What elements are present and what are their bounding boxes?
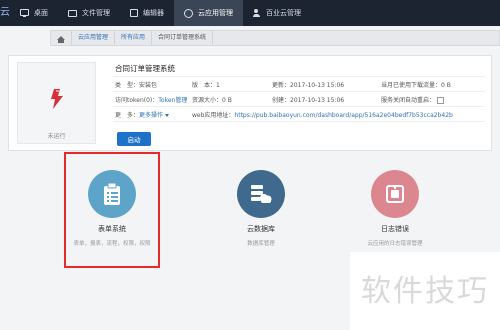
module-cloud-database[interactable]: 云数据库 数据库管理 (206, 170, 316, 247)
app-download-traffic: 当月已使用下载流量：0 B (381, 82, 451, 89)
nav-item-label: 云应用管理 (198, 9, 233, 17)
top-navigation-bar: 云 桌面 文件管理 编辑器 云应用管理 百业云管理 (0, 0, 500, 26)
watermark-area: 软件技巧 (350, 252, 500, 330)
app-updated: 更新：2017-10-13 15:06 (272, 82, 345, 89)
app-status: 未运行 (47, 133, 66, 140)
app-token: 访问token(0)：Token管理 (115, 97, 188, 104)
divider (113, 76, 485, 77)
watermark-text: 软件技巧 (361, 274, 489, 309)
breadcrumb-item-current: 合同订单管理系统 (152, 31, 214, 45)
app-version: 版 本：1 (192, 82, 220, 89)
auto-restart-option: 服务关闭自动重启： (381, 95, 445, 104)
app-tile: 未运行 (17, 62, 96, 144)
nav-item-file-manager[interactable]: 文件管理 (58, 0, 120, 26)
app-more: 更 多：更多操作 (115, 110, 170, 119)
nav-item-baiye-cloud-manager[interactable]: 百业云管理 (243, 0, 311, 26)
module-log-errors[interactable]: 日志错误 云应用的日志错误管理 (340, 170, 450, 247)
launch-button[interactable]: 启动 (117, 132, 151, 146)
auto-restart-checkbox[interactable] (437, 97, 445, 104)
folder-icon (68, 9, 77, 17)
app-type: 类 型：安装包 (115, 82, 158, 89)
brand-fragment: 云 (0, 7, 10, 18)
nav-item-label: 文件管理 (82, 9, 110, 17)
module-description: 数据库管理 (247, 241, 275, 247)
nav-item-desktop[interactable]: 桌面 (10, 0, 58, 26)
app-logo-icon (51, 89, 63, 109)
cloud-database-icon (251, 185, 272, 203)
divider (113, 106, 485, 107)
breadcrumb: 云应用管理 所有应用 合同订单管理系统 (50, 30, 500, 46)
nav-item-label: 百业云管理 (266, 9, 301, 17)
nav-item-cloud-app-manager[interactable]: 云应用管理 (174, 0, 243, 26)
edit-icon (130, 9, 138, 17)
nav-item-editor[interactable]: 编辑器 (120, 0, 174, 26)
token-manage-link[interactable]: Token管理 (158, 97, 187, 104)
highlight-box (64, 152, 160, 268)
app-resource-size: 资源大小：0 B (192, 97, 232, 104)
more-actions-dropdown[interactable]: 更多操作 (139, 112, 170, 119)
chevron-down-icon (165, 114, 170, 117)
monitor-icon (20, 9, 29, 17)
app-url-link[interactable]: https://pub.baibaoyun.com/dashboard/app/… (234, 112, 452, 119)
users-icon (253, 9, 261, 17)
app-created: 创建：2017-10-13 15:06 (272, 97, 345, 104)
module-title: 日志错误 (381, 225, 409, 233)
breadcrumb-item-all-apps[interactable]: 所有应用 (115, 31, 153, 45)
nav-item-label: 编辑器 (143, 9, 164, 17)
home-icon (57, 36, 65, 43)
app-detail-card: 未运行 合同订单管理系统 类 型：安装包 版 本：1 更新：2017-10-13… (8, 55, 492, 151)
module-title: 云数据库 (247, 225, 275, 233)
app-url: web应用地址：https://pub.baibaoyun.com/dashbo… (192, 112, 453, 119)
module-description: 云应用的日志错误管理 (367, 241, 423, 247)
divider (113, 121, 485, 122)
app-name: 合同订单管理系统 (115, 64, 175, 73)
divider (113, 91, 485, 92)
module-icon-circle (371, 170, 419, 218)
module-icon-circle (237, 170, 285, 218)
breadcrumb-item-cloud-apps[interactable]: 云应用管理 (72, 31, 116, 45)
log-error-icon (386, 185, 404, 203)
nav-item-label: 桌面 (34, 9, 48, 17)
cloud-icon (184, 8, 193, 18)
home-button[interactable] (51, 31, 72, 45)
